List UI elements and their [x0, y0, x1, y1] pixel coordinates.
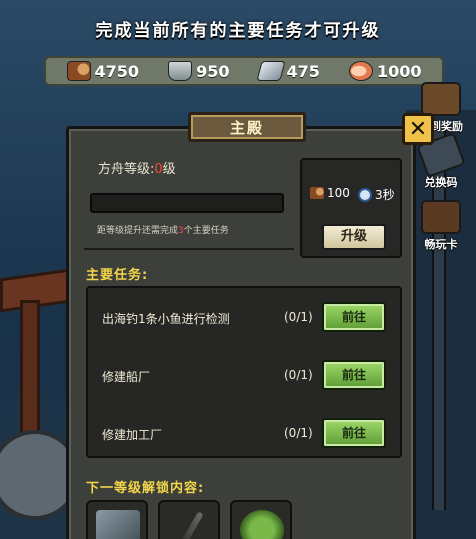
redeem-code-label: 兑换码	[424, 176, 458, 189]
resource-fish: 1000	[348, 61, 422, 81]
cost-wood: 100	[310, 186, 350, 200]
task-name: 修建船厂	[102, 370, 151, 384]
machine-icon	[96, 510, 140, 539]
resource-wood: 4750	[66, 61, 140, 81]
level-progress-bar	[90, 193, 284, 213]
upgrade-button[interactable]: 升级	[322, 224, 386, 250]
play-card-label: 畅玩卡	[424, 238, 458, 251]
task-name: 出海钓1条小鱼进行检测	[102, 312, 230, 326]
redeem-code-button[interactable]: 兑换码	[410, 132, 472, 190]
resource-iron-value: 475	[286, 61, 320, 81]
task-go-button[interactable]: 前往	[322, 360, 386, 390]
tasks-remaining-hint: 距等级提升还需完成3个主要任务	[97, 223, 229, 236]
resource-fish-value: 1000	[376, 61, 422, 81]
ark-level-value: 0	[154, 162, 163, 177]
resource-wood-value: 4750	[94, 61, 140, 81]
task-row: 修建加工厂 (0/1) 前往	[88, 414, 400, 454]
main-tasks-list: 出海钓1条小鱼进行检测 (0/1) 前往 修建船厂 (0/1) 前往 修建加工厂…	[86, 286, 402, 458]
main-tasks-header: 主要任务:	[86, 268, 149, 283]
cost-time: 3秒	[358, 186, 395, 203]
panel-title: 主殿	[188, 112, 306, 142]
close-icon: ✕	[408, 116, 428, 142]
ark-level-suffix: 级	[162, 162, 176, 177]
cost-time-value: 3秒	[375, 188, 395, 202]
resource-can-value: 950	[196, 61, 230, 81]
tin-can-icon	[168, 61, 193, 81]
upgrade-cost-box: 100 3秒 升级	[300, 158, 402, 258]
unlock-item[interactable]	[230, 500, 292, 539]
task-name: 修建加工厂	[102, 428, 163, 442]
task-progress: (0/1)	[284, 426, 313, 440]
ark-level-label: 方舟等级:0级	[98, 158, 176, 177]
unlock-item[interactable]	[86, 500, 148, 539]
fish-meat-icon	[348, 61, 373, 81]
wood-log-icon	[310, 187, 324, 199]
fishing-rod-icon	[178, 511, 204, 539]
hint-suffix: 个主要任务	[183, 226, 229, 236]
resource-bar: 4750 950 475 1000	[44, 56, 444, 86]
ark-level-prefix: 方舟等级:	[98, 162, 155, 177]
task-go-button[interactable]: 前往	[322, 302, 386, 332]
wood-log-icon	[66, 61, 91, 81]
seaweed-icon	[240, 510, 284, 539]
hint-prefix: 距等级提升还需完成	[97, 226, 179, 236]
clock-icon	[358, 187, 372, 202]
task-go-button[interactable]: 前往	[322, 418, 386, 448]
card-icon	[421, 200, 461, 234]
iron-ingot-icon	[255, 61, 286, 81]
task-row: 修建船厂 (0/1) 前往	[88, 356, 400, 396]
task-row: 出海钓1条小鱼进行检测 (0/1) 前往	[88, 298, 400, 338]
upgrade-requirement-title: 完成当前所有的主要任务才可升级	[95, 21, 381, 41]
unlock-item[interactable]	[158, 500, 220, 539]
resource-can: 950	[168, 61, 229, 81]
treasure-chest-icon	[421, 82, 461, 116]
section-divider	[84, 248, 294, 250]
resource-iron: 475	[255, 61, 320, 81]
task-progress: (0/1)	[284, 368, 313, 382]
task-progress: (0/1)	[284, 310, 313, 324]
close-button[interactable]: ✕	[402, 113, 434, 145]
play-card-button[interactable]: 畅玩卡	[410, 200, 472, 252]
cost-wood-value: 100	[327, 186, 350, 200]
unlock-header: 下一等级解锁内容:	[86, 481, 205, 496]
